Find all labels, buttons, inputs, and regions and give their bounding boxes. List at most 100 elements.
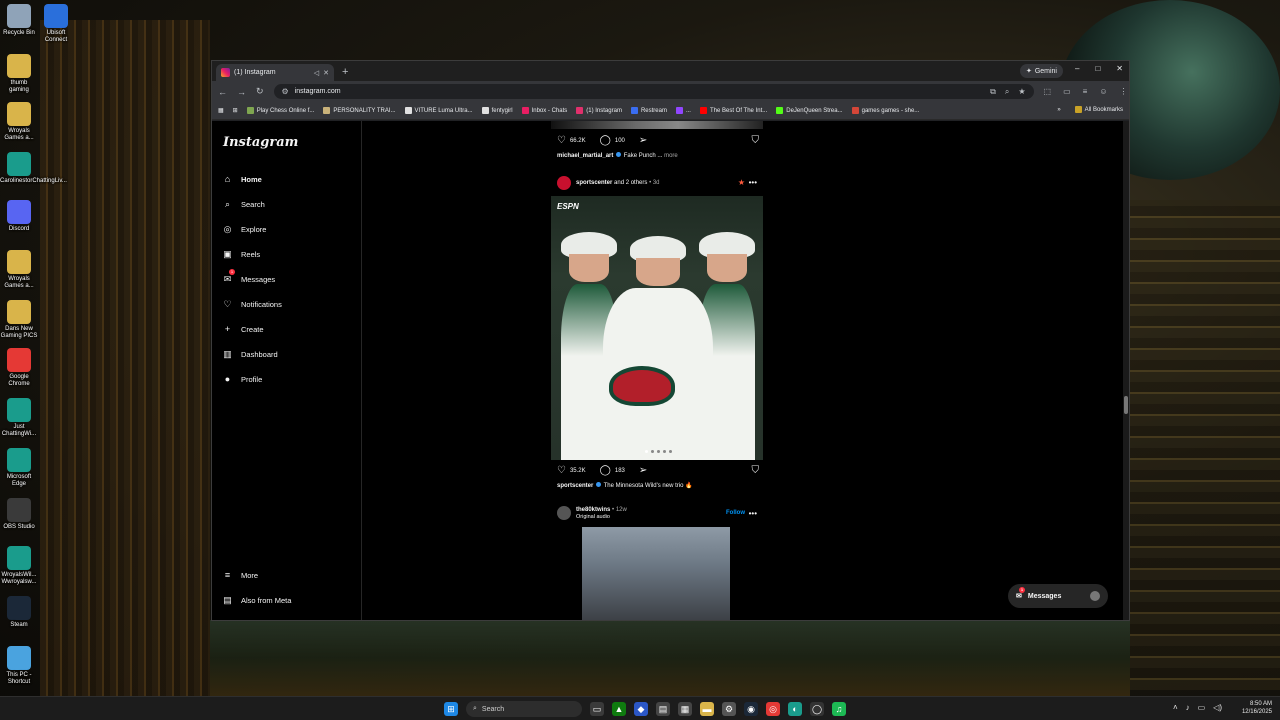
more-bookmarks-icon[interactable]: » xyxy=(1057,106,1060,113)
windows-start-icon[interactable]: ⊞ xyxy=(444,702,458,716)
sidebar-item-home[interactable]: ⌂ Home xyxy=(222,171,262,187)
media-icon[interactable]: ≡ xyxy=(1083,87,1088,96)
apps-icon[interactable]: ▦ xyxy=(218,107,224,114)
desktop-icon[interactable]: Wroyals Games a... xyxy=(0,102,38,142)
desktop-icon[interactable]: OBS Studio xyxy=(0,498,38,531)
tab-instagram[interactable]: (1) Instagram ◁ ✕ xyxy=(216,64,334,81)
collab-others[interactable]: and 2 others xyxy=(614,180,647,186)
xbox-icon[interactable]: ▲ xyxy=(612,702,626,716)
avatar[interactable] xyxy=(557,506,571,520)
desktop-icon[interactable]: WroyalsWil... Wwroyalsw... xyxy=(0,546,38,586)
bookmark-item[interactable]: fentygirl xyxy=(481,107,513,114)
sidebar-item-reels[interactable]: ▣ Reels xyxy=(222,246,260,262)
file-explorer-icon[interactable]: ▬ xyxy=(700,702,714,716)
sidebar-item-search[interactable]: ⌕ Search xyxy=(222,196,265,212)
sidebar-item-notifications[interactable]: ♡ Notifications xyxy=(222,296,281,312)
instagram-logo[interactable]: Instagram xyxy=(223,135,298,150)
menu-icon[interactable]: ⋮ xyxy=(1120,87,1128,96)
volume-icon[interactable]: ◁) xyxy=(1213,703,1222,712)
like-icon[interactable]: ♡ xyxy=(557,465,566,476)
bookmark-item[interactable]: DeJenQueen Strea... xyxy=(776,107,843,114)
more-options-icon[interactable]: ••• xyxy=(749,509,757,518)
bookmark-star-icon[interactable]: ★ xyxy=(1018,87,1025,97)
reload-icon[interactable]: ↻ xyxy=(256,86,264,97)
bookmark-item[interactable]: The Best Of The Int... xyxy=(699,107,767,114)
sidebar-item-create[interactable]: + Create xyxy=(222,321,264,337)
maximize-button[interactable]: □ xyxy=(1095,64,1100,73)
desktop-icon[interactable]: CarolinestorChattingLiv... xyxy=(0,152,67,185)
obs-icon[interactable]: ◯ xyxy=(810,702,824,716)
new-tab-button[interactable]: + xyxy=(342,66,348,78)
avatar[interactable] xyxy=(557,176,571,190)
desktop-icon[interactable]: Dans New Gaming PICS xyxy=(0,300,38,340)
share-icon[interactable]: ➢ xyxy=(639,135,647,146)
microphone-icon[interactable]: ♪ xyxy=(1186,703,1190,712)
desktop-icon[interactable]: Just ChattingWi... xyxy=(0,398,38,438)
share-icon[interactable]: ➢ xyxy=(639,465,647,476)
post-username[interactable]: the80ktwins xyxy=(576,507,610,513)
sidebar-item-dashboard[interactable]: ▥ Dashboard xyxy=(222,346,277,362)
minimize-button[interactable]: – xyxy=(1075,64,1079,73)
save-icon[interactable]: ⛉ xyxy=(752,465,760,476)
chevron-up-icon[interactable]: ˄ xyxy=(1173,703,1178,712)
tab-search-icon[interactable]: ▭ xyxy=(1063,87,1071,96)
close-tab-icon[interactable]: ✕ xyxy=(323,69,329,77)
caption-username[interactable]: sportscenter xyxy=(557,483,593,489)
edge-icon[interactable]: ◐ xyxy=(788,702,802,716)
post-video[interactable] xyxy=(551,527,763,620)
messages-pill[interactable]: ✉ 1 Messages xyxy=(1008,584,1108,608)
close-window-button[interactable]: ✕ xyxy=(1116,64,1123,73)
like-icon[interactable]: ♡ xyxy=(557,135,566,146)
post-image-hockey[interactable]: ESPN xyxy=(551,196,763,460)
desktop-icon[interactable]: Recycle Bin xyxy=(0,4,38,37)
profile-avatar-icon[interactable]: ☺ xyxy=(1099,87,1107,96)
comment-icon[interactable]: ◯ xyxy=(600,465,611,476)
calculator-icon[interactable]: ▦ xyxy=(678,702,692,716)
post-username[interactable]: sportscenter xyxy=(576,180,612,186)
desktop-icon[interactable]: This PC - Shortcut xyxy=(0,646,38,686)
site-info-icon[interactable]: ⚙ xyxy=(282,87,289,96)
sidebar-item-profile[interactable]: ● Profile xyxy=(222,371,262,387)
notepad-icon[interactable]: ▤ xyxy=(656,702,670,716)
more-link[interactable]: more xyxy=(664,153,678,159)
bookmark-item[interactable]: ... xyxy=(675,107,691,114)
desktop-icon[interactable]: Steam xyxy=(0,596,38,629)
network-icon[interactable]: ▭ xyxy=(1198,703,1206,712)
grid-icon[interactable]: ⊞ xyxy=(233,107,238,114)
bookmark-item[interactable]: Restream xyxy=(630,107,667,114)
bookmark-item[interactable]: VITURE Luma Ultra... xyxy=(404,107,473,114)
desktop-icon[interactable]: Discord xyxy=(0,200,38,233)
bookmark-item[interactable]: PERSONALITY TRAI... xyxy=(323,107,396,114)
caption-username[interactable]: michael_martial_art xyxy=(557,153,613,159)
audio-label[interactable]: Original audio xyxy=(576,514,627,520)
back-icon[interactable]: ← xyxy=(218,87,227,97)
taskbar-search[interactable]: ⌕ Search xyxy=(466,701,582,717)
bookmark-item[interactable]: Inbox - Chats xyxy=(521,107,567,114)
more-options-icon[interactable]: ••• xyxy=(749,178,757,187)
url-text[interactable]: instagram.com xyxy=(295,88,341,95)
sidebar-item-explore[interactable]: ◎ Explore xyxy=(222,221,267,237)
desktop-icon[interactable]: Ubisoft Connect xyxy=(37,4,75,44)
sidebar-item-more[interactable]: ≡ More xyxy=(222,567,258,583)
sidebar-item-also-from-meta[interactable]: ▤ Also from Meta xyxy=(222,592,291,608)
desktop-icon[interactable]: Wroyals Games a... xyxy=(0,250,38,290)
forward-icon[interactable]: → xyxy=(237,87,246,97)
clock[interactable]: 8:50 AM 12/16/2025 xyxy=(1242,700,1272,716)
sidebar-item-messages[interactable]: ✉ Messages 1 xyxy=(222,269,275,287)
post-image-tail[interactable] xyxy=(551,121,763,129)
comment-icon[interactable]: ◯ xyxy=(600,135,611,146)
speaker-icon[interactable]: ◁ xyxy=(314,69,319,77)
bookmark-item[interactable]: Play Chess Online f... xyxy=(246,107,314,114)
settings-icon[interactable]: ⚙ xyxy=(722,702,736,716)
spotify-icon[interactable]: ♫ xyxy=(832,702,846,716)
extensions-icon[interactable]: ⬚ xyxy=(1044,87,1052,96)
install-app-icon[interactable]: ⧉ xyxy=(990,87,996,97)
save-icon[interactable]: ⛉ xyxy=(752,135,760,146)
page-scrollbar[interactable] xyxy=(1123,121,1129,620)
address-bar[interactable]: ⚙ instagram.com ⧉ ⌕ ★ xyxy=(273,84,1034,99)
zoom-icon[interactable]: ⌕ xyxy=(1005,87,1009,97)
follow-button[interactable]: Follow xyxy=(726,510,745,516)
bookmark-item[interactable]: (1) Instagram xyxy=(576,107,622,114)
desktop-icon[interactable]: thumb gaming xyxy=(0,54,38,94)
all-bookmarks[interactable]: All Bookmarks xyxy=(1074,106,1123,113)
